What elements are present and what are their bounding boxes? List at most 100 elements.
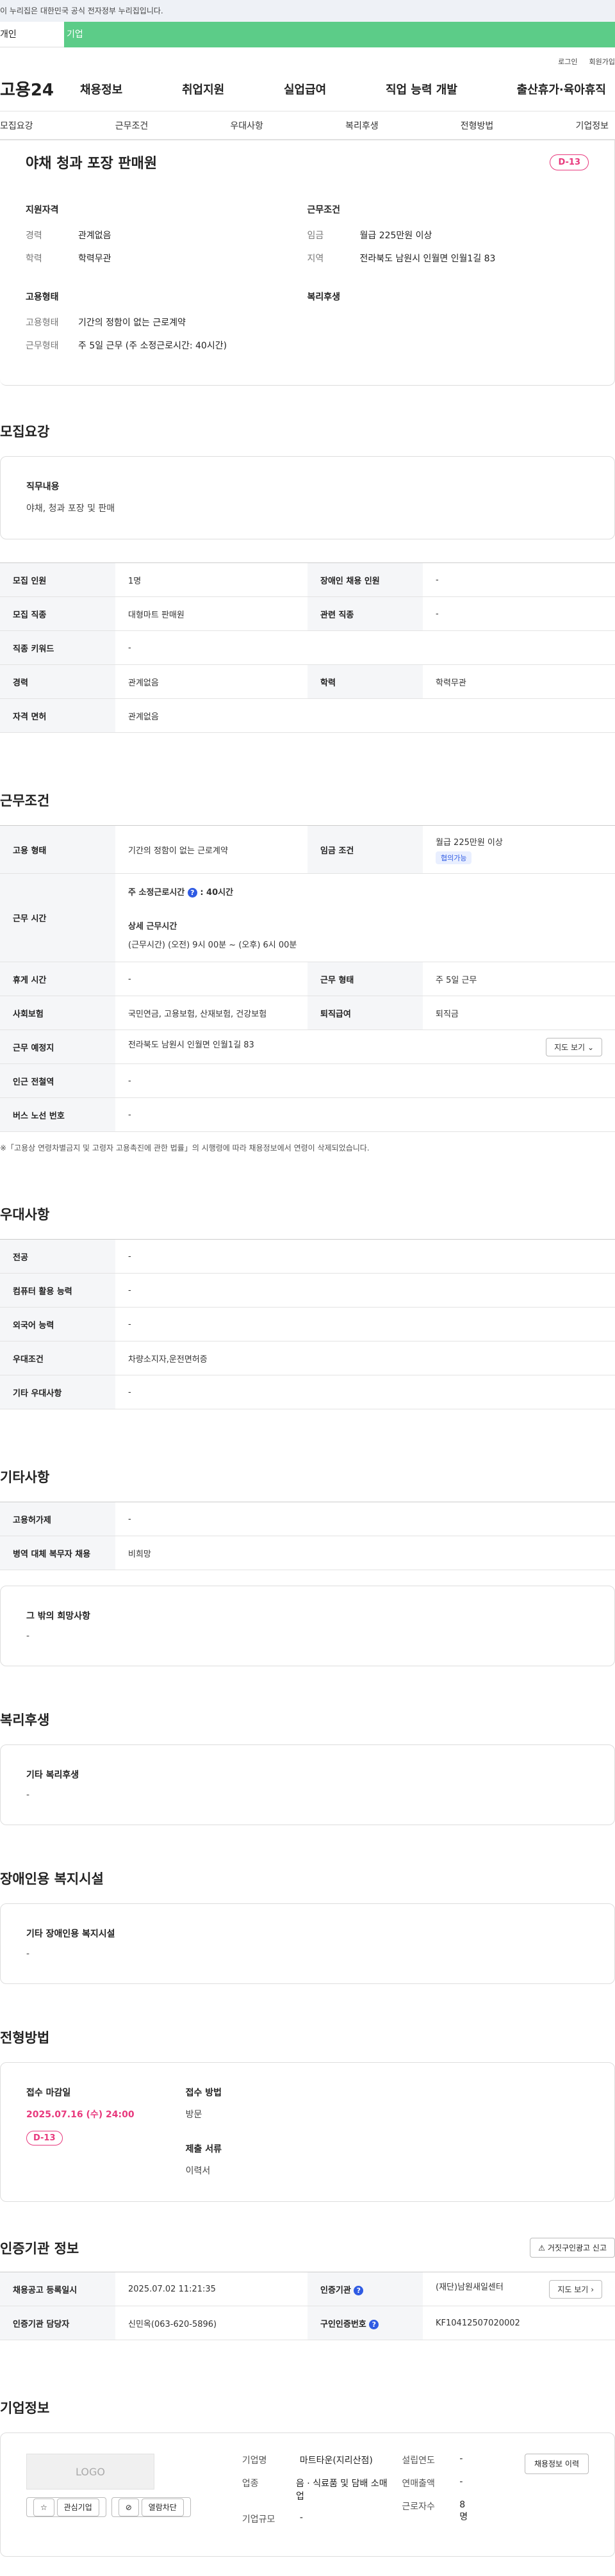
td: 학력무관: [423, 664, 615, 699]
report-fake-ad-button[interactable]: ⚠ 거짓구인광고 신고: [530, 2238, 615, 2258]
login-link[interactable]: 로그인: [558, 56, 577, 67]
help-icon[interactable]: ?: [369, 2319, 379, 2329]
site-logo[interactable]: 고용24: [0, 77, 80, 101]
table-row: 고용허가제 -: [0, 1502, 615, 1536]
hours-week-value: : 40시간: [200, 888, 234, 898]
value: 학력무관: [78, 254, 111, 264]
section-title: 근무조건: [0, 793, 50, 808]
duty-box: 직무내용 야채, 청과 포장 및 판매: [0, 456, 615, 539]
gnb-item[interactable]: 채용정보: [80, 81, 122, 97]
dday-badge: D-13: [26, 2131, 63, 2145]
welfare-box-title: 기타 복리후생: [26, 1770, 79, 1780]
company-size: -: [299, 2513, 303, 2523]
report-button-label: 거짓구인광고 신고: [547, 2244, 607, 2252]
th: 우대조건: [0, 1341, 115, 1375]
table-row: 모집 인원 1명 장애인 채용 인원 -: [0, 562, 615, 597]
td: 2025.07.02 11:21:35: [115, 2272, 308, 2306]
place-value: 전라북도 남원시 인월면 인월1길 83: [128, 1040, 254, 1050]
subnav-item[interactable]: 전형방법: [461, 119, 494, 132]
agency-value: (재단)남원새일센터: [436, 2282, 504, 2292]
gnb-item[interactable]: 출산휴가·육아휴직: [517, 81, 606, 97]
table-row: 인근 전철역 -: [0, 1063, 615, 1098]
interest-company-button[interactable]: ☆ 관심기업: [26, 2497, 106, 2517]
subnav-item[interactable]: 복리후생: [345, 119, 379, 132]
gnb-item[interactable]: 실업급여: [284, 81, 326, 97]
gnb-item[interactable]: 직업 능력 개발: [386, 81, 457, 97]
table-row: 인증기관 담당자 신민옥(063-620-5896) 구인인증번호 ? KF10…: [0, 2306, 615, 2340]
th: 직종 키워드: [0, 630, 115, 665]
help-icon[interactable]: ?: [187, 888, 197, 898]
company-founded: -: [459, 2454, 463, 2464]
td: -: [115, 1375, 615, 1409]
table-row: 기타 우대사항 -: [0, 1375, 615, 1409]
th: 근무 시간: [0, 873, 115, 962]
block-view-button[interactable]: ⊘ 열람차단: [111, 2497, 191, 2517]
gnb-menu: 채용정보 취업지원 실업급여 직업 능력 개발 출산휴가·육아휴직: [80, 81, 615, 97]
tab-personal[interactable]: 개인: [0, 22, 64, 47]
map-button[interactable]: 지도 보기 ⌄: [546, 1037, 602, 1056]
th: 기타 우대사항: [0, 1375, 115, 1409]
welfare-value: -: [26, 1790, 30, 1800]
th: 자격 면허: [0, 698, 115, 733]
table-row: 근무 시간 주 소정근로시간 ? : 40시간 상세 근무시간 (근무시간) (…: [0, 873, 615, 962]
help-icon[interactable]: ?: [354, 2285, 364, 2295]
signup-link[interactable]: 회원가입: [589, 56, 615, 67]
section-title: 복리후생: [0, 1712, 50, 1728]
th: 채용공고 등록일시: [0, 2272, 115, 2306]
subnav-item[interactable]: 우대사항: [230, 119, 263, 132]
td: -: [115, 630, 615, 665]
star-icon: ☆: [33, 2498, 54, 2516]
company-logo: LOGO: [26, 2454, 154, 2490]
table-row: 직종 키워드 -: [0, 630, 615, 665]
th: 휴게 시간: [0, 962, 115, 996]
th: 사회보험: [0, 996, 115, 1030]
company-industry: 음 · 식료품 및 담배 소매업: [295, 2479, 388, 2502]
td: 국민연금, 고용보험, 산재보험, 건강보험: [115, 996, 308, 1030]
table-row: 버스 노선 번호 -: [0, 1097, 615, 1132]
agency-map-button[interactable]: 지도 보기 ›: [549, 2279, 602, 2299]
chevron-right-icon: ›: [591, 2285, 594, 2294]
company-box: LOGO ☆ 관심기업 ⊘ 열람차단 기업명 마트타운(지리산점) 업종 음 · 식…: [0, 2432, 615, 2557]
preference-table: 전공 - 컴퓨터 활용 능력 - 외국어 능력 - 우대조건 차량소지자,운전면허증 기…: [0, 1239, 615, 1409]
td: -: [423, 562, 615, 597]
value: 기간의 정함이 없는 근로계약: [78, 318, 186, 328]
td: 차량소지자,운전면허증: [115, 1341, 615, 1375]
hours-detail-title: 상세 근무시간: [128, 922, 177, 931]
td-hours: 주 소정근로시간 ? : 40시간 상세 근무시간 (근무시간) (오전) 9시…: [115, 873, 615, 962]
qual-title: 지원자격: [26, 205, 59, 215]
job-history-button[interactable]: 채용정보 이력: [524, 2454, 589, 2474]
subnav-item[interactable]: 근무조건: [115, 119, 149, 132]
th: 인근 전철역: [0, 1063, 115, 1098]
docs-value: 이력서: [185, 2166, 211, 2176]
th-offer: 구인인증번호 ?: [308, 2306, 423, 2340]
th: 버스 노선 번호: [0, 1097, 115, 1132]
welfare-box: 기타 복리후생 -: [0, 1744, 615, 1825]
offer-label: 구인인증번호: [320, 2319, 366, 2329]
td: -: [115, 1097, 615, 1132]
td: -: [115, 1307, 615, 1341]
subnav-item[interactable]: 기업정보: [575, 119, 609, 132]
subnav-item[interactable]: 모집요강: [0, 119, 33, 132]
disabled-value: -: [26, 1949, 30, 1959]
wage-value: 월급 225만원 이상: [436, 837, 503, 848]
td: KF10412507020002: [423, 2306, 615, 2340]
company-name: 마트타운(지리산점): [299, 2456, 373, 2466]
map-button-label: 지도 보기: [557, 2285, 589, 2294]
job-summary-card: 야채 청과 포장 판매원 D-13 지원자격 경력 관계없음 학력 학력무관 고용형…: [0, 140, 615, 386]
th: 고용 형태: [0, 825, 115, 874]
table-row: 사회보험 국민연금, 고용보험, 산재보험, 건강보험 퇴직급여 퇴직금: [0, 996, 615, 1030]
gnb-item[interactable]: 취업지원: [182, 81, 224, 97]
section-title: 장애인용 복지시설: [0, 1871, 104, 1887]
section-title: 인증기관 정보: [0, 2240, 79, 2256]
emp-title: 고용형태: [26, 292, 59, 302]
company-employees: 8명: [459, 2500, 468, 2522]
job-title: 야채 청과 포장 판매원: [26, 156, 158, 172]
td: -: [115, 1239, 615, 1274]
th: 전공: [0, 1239, 115, 1274]
tab-company[interactable]: 기업: [64, 22, 615, 47]
th: 경력: [0, 664, 115, 699]
th: 장애인 채용 인원: [308, 562, 423, 597]
td: 관계없음: [115, 664, 308, 699]
age-note: ※「고용상 연령차별금지 및 고령자 고용촉진에 관한 법률」의 시행령에 따라…: [0, 1144, 370, 1153]
disabled-box: 기타 장애인용 복지시설 -: [0, 1903, 615, 1984]
